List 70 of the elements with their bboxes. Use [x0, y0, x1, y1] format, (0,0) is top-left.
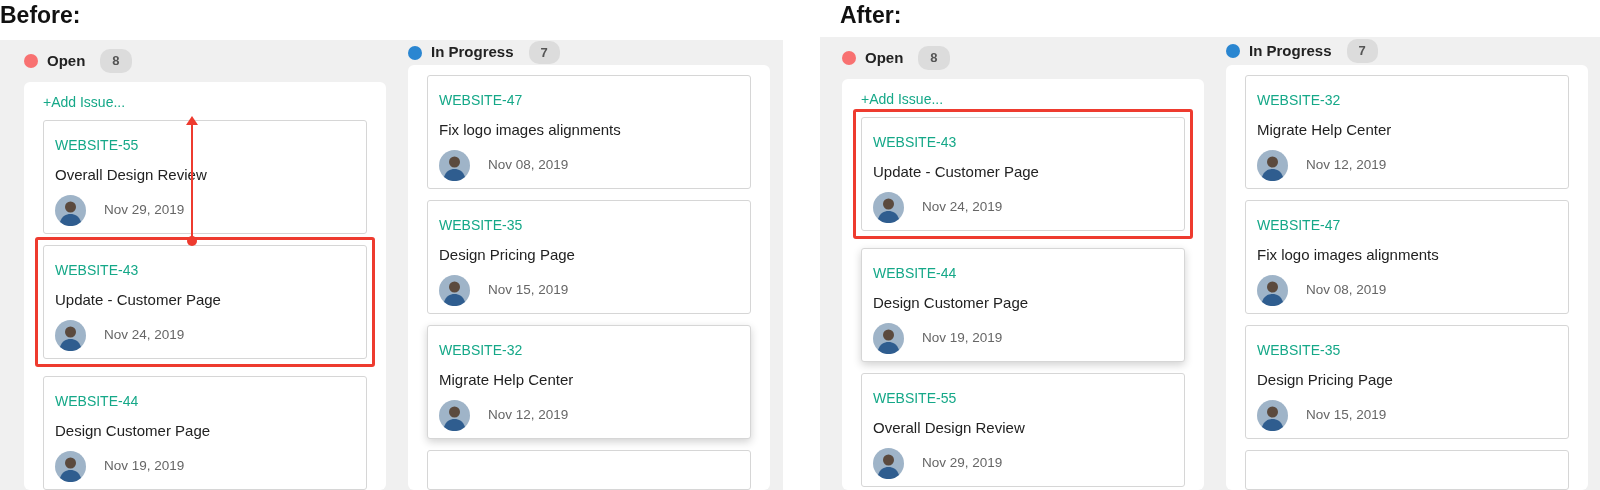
issue-card[interactable]: WEBSITE-35 Design Pricing Page Nov 15, 2019: [1245, 325, 1569, 439]
issue-card[interactable]: WEBSITE-47 Fix logo images alignments Nov 08, 2019: [427, 75, 751, 189]
issue-card[interactable]: WEBSITE-32 Migrate Help Center Nov 12, 2019: [427, 325, 751, 439]
issue-card[interactable]: WEBSITE-32 Migrate Help Center Nov 12, 2019: [1245, 75, 1569, 189]
issue-id: WEBSITE-44: [873, 264, 958, 283]
due-date: Nov 29, 2019: [922, 453, 1003, 472]
issue-title: Design Customer Page: [55, 421, 212, 441]
avatar: [873, 447, 904, 479]
issue-title: Migrate Help Center: [1257, 120, 1393, 140]
avatar: [55, 450, 86, 482]
issue-card[interactable]: WEBSITE-35 Design Pricing Page Nov 15, 2019: [427, 200, 751, 314]
due-date: Nov 15, 2019: [488, 280, 569, 299]
avatar: [1257, 149, 1288, 181]
avatar: [873, 191, 904, 223]
count-badge: 8: [918, 46, 950, 70]
due-date: Nov 29, 2019: [104, 200, 185, 219]
issue-id: WEBSITE-55: [55, 136, 140, 155]
issue-title: Fix logo images alignments: [1257, 245, 1440, 265]
column-title: In Progress: [1249, 40, 1332, 61]
issue-id: WEBSITE-32: [439, 341, 524, 360]
issue-id: WEBSITE-55: [873, 389, 958, 408]
issue-id: WEBSITE-35: [1257, 341, 1342, 360]
due-date: Nov 12, 2019: [1306, 155, 1387, 174]
issue-title: Design Customer Page: [873, 293, 1030, 313]
issue-id: WEBSITE-47: [1257, 216, 1342, 235]
due-date: Nov 19, 2019: [104, 456, 185, 475]
due-date: Nov 08, 2019: [1306, 280, 1387, 299]
avatar: [1257, 399, 1288, 431]
due-date: Nov 15, 2019: [1306, 405, 1387, 424]
issue-title: Fix logo images alignments: [439, 120, 622, 140]
due-date: Nov 08, 2019: [488, 155, 569, 174]
column-title: In Progress: [431, 42, 514, 63]
issue-title: Design Pricing Page: [439, 245, 576, 265]
due-date: Nov 24, 2019: [922, 197, 1003, 216]
issue-id: WEBSITE-43: [873, 133, 958, 152]
issue-id: WEBSITE-44: [55, 392, 140, 411]
panel-heading: Before:: [0, 1, 82, 30]
count-badge: 7: [528, 40, 560, 65]
avatar: [55, 194, 86, 226]
due-date: Nov 19, 2019: [922, 328, 1003, 347]
issue-title: Update - Customer Page: [873, 162, 1040, 182]
issue-title: Update - Customer Page: [55, 290, 222, 310]
avatar: [439, 399, 470, 431]
count-badge: 8: [100, 49, 132, 73]
issue-card[interactable]: WEBSITE-55 Overall Design Review Nov 29, 2019: [861, 373, 1185, 487]
issue-id: WEBSITE-43: [55, 261, 140, 280]
panel-heading: After:: [839, 1, 903, 30]
issue-id: WEBSITE-32: [1257, 91, 1342, 110]
due-date: Nov 24, 2019: [104, 325, 185, 344]
issue-card[interactable]: WEBSITE-44 Design Customer Page Nov 19, 2019: [861, 248, 1185, 362]
issue-card[interactable]: [427, 450, 751, 490]
column-title: Open: [47, 50, 86, 71]
issue-card[interactable]: [1245, 450, 1569, 490]
issue-title: Migrate Help Center: [439, 370, 575, 390]
count-badge: 7: [1346, 39, 1378, 63]
column-title: Open: [865, 47, 904, 68]
issue-card[interactable]: WEBSITE-43 Update - Customer Page Nov 24, 2019: [43, 245, 367, 359]
issue-card[interactable]: WEBSITE-43 Update - Customer Page Nov 24, 2019: [861, 117, 1185, 231]
avatar: [439, 149, 470, 181]
issue-card[interactable]: WEBSITE-44 Design Customer Page Nov 19, 2019: [43, 376, 367, 490]
avatar: [439, 274, 470, 306]
due-date: Nov 12, 2019: [488, 405, 569, 424]
avatar: [873, 322, 904, 354]
issue-card[interactable]: WEBSITE-47 Fix logo images alignments Nov 08, 2019: [1245, 200, 1569, 314]
issue-title: Overall Design Review: [873, 418, 1026, 438]
avatar: [55, 319, 86, 351]
issue-id: WEBSITE-47: [439, 91, 524, 110]
issue-id: WEBSITE-35: [439, 216, 524, 235]
avatar: [1257, 274, 1288, 306]
issue-title: Design Pricing Page: [1257, 370, 1394, 390]
